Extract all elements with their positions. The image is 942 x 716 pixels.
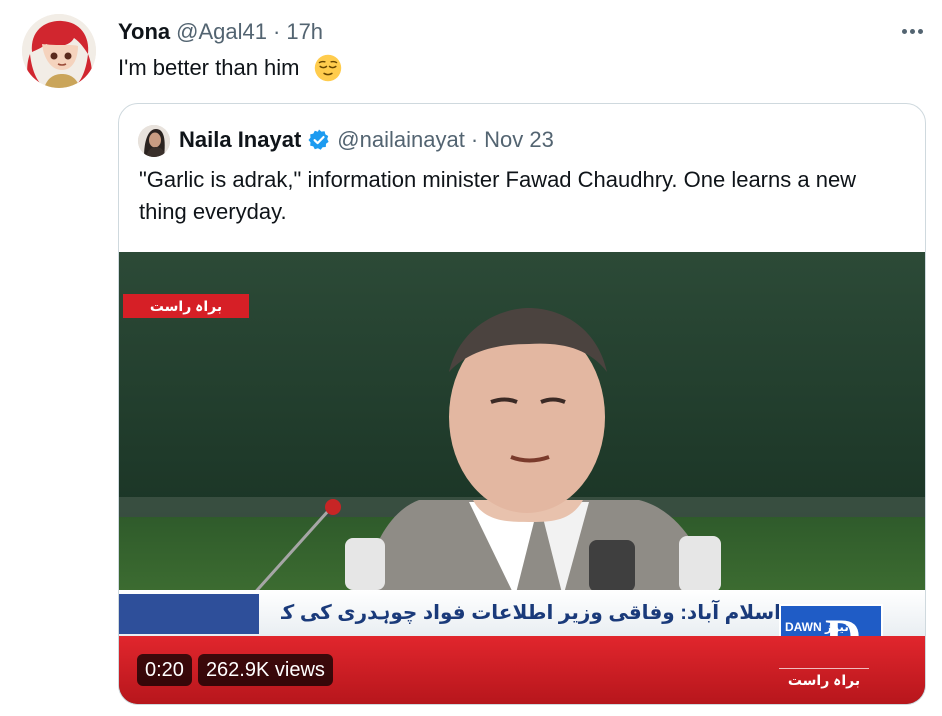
video-stats-overlay: 0:20 262.9K views [137,654,333,686]
live-bottom-tag: براہ راست [779,668,869,691]
ticker-left-panel [119,594,259,634]
ticker-headline: اسلام آباد: وفاقی وزیر اطلاعات فواد چوہد… [281,602,781,624]
quoted-user-handle[interactable]: @nailainayat [337,126,465,154]
user-avatar[interactable] [22,14,96,88]
verified-badge-icon [308,129,329,150]
live-tag: براہ راست [123,294,249,318]
dot [917,28,923,34]
quoted-tweet-header: Naila Inayat @nailainayat · Nov 23 [179,126,554,154]
video-player[interactable]: براہ راست اسلام آباد: وفاقی وزیر اطلاعات… [119,252,925,704]
quoted-avatar-photo [138,125,170,157]
display-name[interactable]: Yona [118,18,170,46]
video-view-count: 262.9K views [197,654,333,686]
dot [901,28,907,34]
avatar-illustration [22,14,96,88]
quoted-tweet-date[interactable]: Nov 23 [484,126,554,154]
tweet-text-content: I'm better than him [118,55,300,80]
relieved-face-emoji-icon [314,54,341,82]
tweet-timestamp[interactable]: 17h [286,18,323,46]
tweet-text: I'm better than him [118,54,342,82]
video-elapsed-time: 0:20 [137,654,192,686]
more-options-icon[interactable] [897,16,927,46]
quoted-user-avatar[interactable] [138,125,170,157]
quoted-display-name[interactable]: Naila Inayat [179,126,301,154]
separator-dot: · [470,127,479,152]
separator-dot: · [273,19,281,44]
quoted-tweet-card[interactable]: Naila Inayat @nailainayat · Nov 23 "Garl… [118,103,926,705]
tweet-header: Yona @Agal41 · 17h [118,18,323,46]
user-handle[interactable]: @Agal41 [176,18,267,46]
dot [909,28,915,34]
quoted-tweet-text: "Garlic is adrak," information minister … [139,167,857,224]
